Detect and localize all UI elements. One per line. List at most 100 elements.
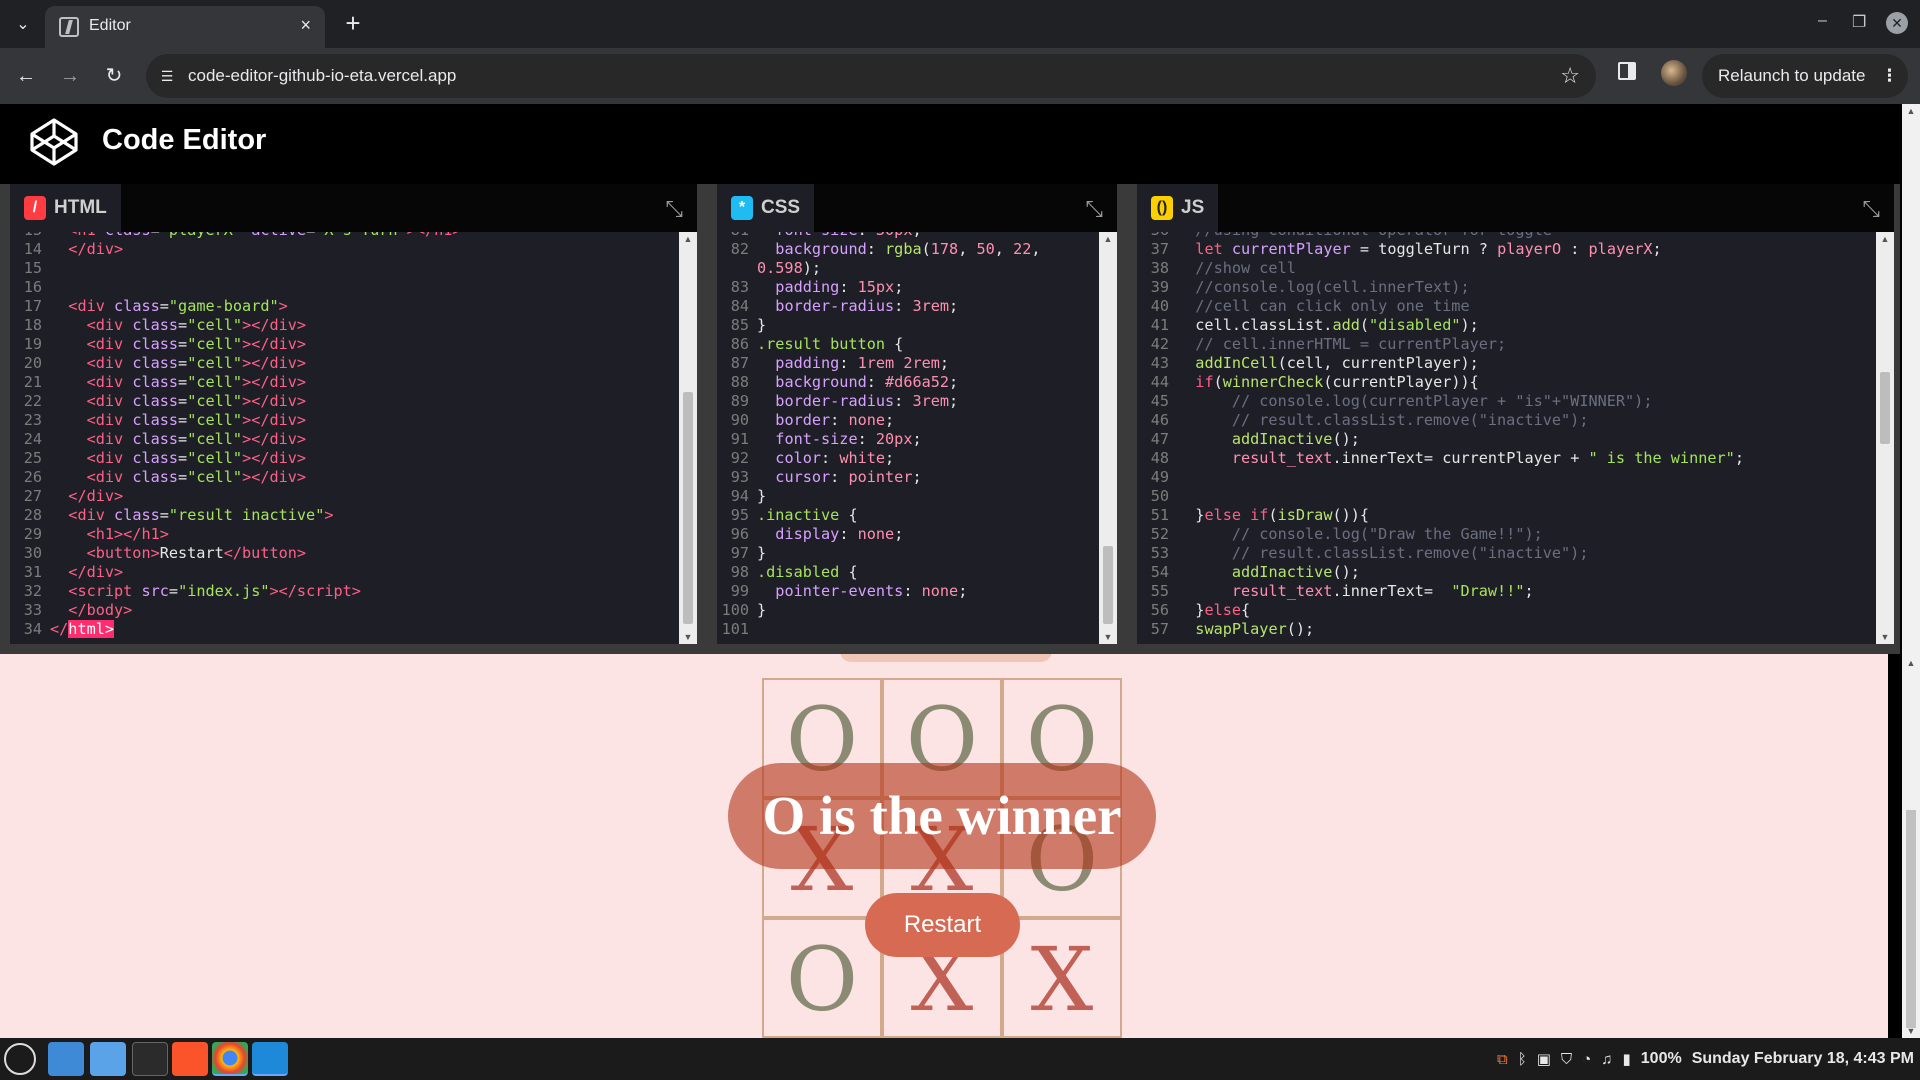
terminal-icon[interactable] bbox=[132, 1042, 168, 1076]
tab-close-icon[interactable]: × bbox=[300, 15, 311, 36]
code-line[interactable]: 34 </html> bbox=[10, 620, 679, 639]
browser-tab[interactable]: Editor × bbox=[45, 6, 325, 48]
board-cell[interactable]: X bbox=[1002, 918, 1122, 1038]
code-line[interactable]: 57 swapPlayer(); bbox=[1137, 620, 1876, 639]
code-line[interactable]: 93 cursor: pointer; bbox=[717, 468, 1099, 487]
update-icon[interactable]: ⧉ bbox=[1497, 1051, 1508, 1068]
code-line[interactable]: 49 bbox=[1137, 468, 1876, 487]
html-scroll-thumb[interactable] bbox=[683, 392, 693, 624]
scroll-up-icon[interactable]: ▲ bbox=[1099, 234, 1117, 244]
url-text[interactable]: code-editor-github-io-eta.vercel.app bbox=[188, 66, 456, 86]
code-line[interactable]: 100} bbox=[717, 601, 1099, 620]
brave-browser-icon[interactable] bbox=[172, 1042, 208, 1076]
code-line[interactable]: 29 <h1></h1> bbox=[10, 525, 679, 544]
css-scrollbar[interactable]: ▲ ▼ bbox=[1099, 232, 1117, 644]
browser-menu-icon[interactable]: ⋮ bbox=[1881, 54, 1898, 98]
code-line[interactable]: 54 addInactive(); bbox=[1137, 563, 1876, 582]
code-line[interactable]: 26 <div class="cell"></div> bbox=[10, 468, 679, 487]
board-cell[interactable]: O bbox=[762, 918, 882, 1038]
css-panel-tab[interactable]: * CSS bbox=[717, 184, 815, 232]
code-line[interactable]: 99 pointer-events: none; bbox=[717, 582, 1099, 601]
code-line[interactable]: 52 // console.log("Draw the Game!!"); bbox=[1137, 525, 1876, 544]
bluetooth-icon[interactable]: ᛒ bbox=[1518, 1051, 1527, 1068]
code-line[interactable]: 36 //using conditional operator for togg… bbox=[1137, 232, 1876, 240]
js-collapse-icon[interactable]: ⤡ bbox=[1862, 196, 1880, 222]
page-scroll-thumb[interactable] bbox=[1906, 810, 1916, 1028]
code-line[interactable]: 53 // result.classList.remove("inactive"… bbox=[1137, 544, 1876, 563]
battery-icon[interactable]: ▮ bbox=[1623, 1050, 1631, 1068]
reload-icon[interactable]: ↻ bbox=[98, 60, 130, 92]
css-scroll-thumb[interactable] bbox=[1103, 546, 1113, 624]
code-line[interactable]: 39 //console.log(cell.innerText); bbox=[1137, 278, 1876, 297]
code-line[interactable]: 98 .disabled { bbox=[717, 563, 1099, 582]
code-line[interactable]: 41 cell.classList.add("disabled"); bbox=[1137, 316, 1876, 335]
minimize-window-icon[interactable]: – bbox=[1818, 12, 1827, 30]
html-code-editor[interactable]: 13 <h1 class="playerX" active="X's Turn"… bbox=[10, 232, 679, 644]
date-time[interactable]: Sunday February 18, 4:43 PM bbox=[1692, 1050, 1914, 1068]
code-line[interactable]: 18 <div class="cell"></div> bbox=[10, 316, 679, 335]
html-panel-tab[interactable]: / HTML bbox=[10, 184, 121, 232]
bookmark-star-icon[interactable]: ☆ bbox=[1560, 63, 1580, 89]
code-line[interactable]: 51 }else if(isDraw()){ bbox=[1137, 506, 1876, 525]
code-line[interactable]: 82 background: rgba(178, 50, 22, bbox=[717, 240, 1099, 259]
code-line[interactable]: 48 result_text.innerText= currentPlayer … bbox=[1137, 449, 1876, 468]
code-line[interactable]: 83 padding: 15px; bbox=[717, 278, 1099, 297]
scroll-up-icon[interactable]: ▲ bbox=[679, 234, 697, 244]
code-line[interactable]: 28 <div class="result inactive"> bbox=[10, 506, 679, 525]
code-line[interactable]: 101 bbox=[717, 620, 1099, 639]
js-scroll-thumb[interactable] bbox=[1880, 372, 1890, 444]
code-line[interactable]: 0.598); bbox=[717, 259, 1099, 278]
code-line[interactable]: 91 font-size: 20px; bbox=[717, 430, 1099, 449]
back-arrow-icon[interactable]: ← bbox=[10, 60, 42, 92]
code-line[interactable]: 32 <script src="index.js"></script> bbox=[10, 582, 679, 601]
code-line[interactable]: 87 padding: 1rem 2rem; bbox=[717, 354, 1099, 373]
music-icon[interactable]: ♫ bbox=[1601, 1051, 1612, 1068]
html-collapse-icon[interactable]: ⤡ bbox=[665, 196, 683, 222]
code-line[interactable]: 25 <div class="cell"></div> bbox=[10, 449, 679, 468]
code-line[interactable]: 17 <div class="game-board"> bbox=[10, 297, 679, 316]
code-line[interactable]: 42 // cell.innerHTML = currentPlayer; bbox=[1137, 335, 1876, 354]
code-line[interactable]: 45 // console.log(currentPlayer + "is"+"… bbox=[1137, 392, 1876, 411]
scroll-down-icon[interactable]: ▼ bbox=[1902, 1026, 1920, 1036]
side-panel-icon[interactable] bbox=[1618, 62, 1636, 80]
scroll-up-icon[interactable]: ▲ bbox=[1902, 106, 1920, 116]
code-line[interactable]: 56 }else{ bbox=[1137, 601, 1876, 620]
scroll-up-icon[interactable]: ▲ bbox=[1876, 234, 1894, 244]
profile-avatar[interactable] bbox=[1661, 60, 1687, 86]
scroll-up-icon[interactable]: ▲ bbox=[1902, 658, 1920, 668]
tab-search-chevron-icon[interactable]: ⌄ bbox=[8, 10, 38, 40]
new-tab-button[interactable]: + bbox=[338, 8, 368, 38]
code-line[interactable]: 46 // result.classList.remove("inactive"… bbox=[1137, 411, 1876, 430]
code-line[interactable]: 31 </div> bbox=[10, 563, 679, 582]
code-line[interactable]: 89 border-radius: 3rem; bbox=[717, 392, 1099, 411]
code-line[interactable]: 84 border-radius: 3rem; bbox=[717, 297, 1099, 316]
scroll-down-icon[interactable]: ▼ bbox=[1099, 632, 1117, 642]
wifi-icon[interactable]: ◔ bbox=[1582, 1051, 1591, 1068]
code-line[interactable]: 50 bbox=[1137, 487, 1876, 506]
forward-arrow-icon[interactable]: → bbox=[54, 60, 86, 92]
code-line[interactable]: 38 //show cell bbox=[1137, 259, 1876, 278]
address-bar[interactable]: ☰ code-editor-github-io-eta.vercel.app ☆ bbox=[146, 54, 1596, 98]
code-line[interactable]: 21 <div class="cell"></div> bbox=[10, 373, 679, 392]
code-line[interactable]: 37 let currentPlayer = toggleTurn ? play… bbox=[1137, 240, 1876, 259]
js-code-editor[interactable]: 36 //using conditional operator for togg… bbox=[1137, 232, 1876, 644]
restart-button[interactable]: Restart bbox=[865, 893, 1020, 957]
restore-window-icon[interactable]: ❐ bbox=[1852, 12, 1866, 32]
code-line[interactable]: 94} bbox=[717, 487, 1099, 506]
site-info-icon[interactable]: ☰ bbox=[156, 65, 178, 87]
chrome-icon[interactable] bbox=[212, 1042, 248, 1076]
show-desktop-icon[interactable] bbox=[48, 1042, 84, 1076]
shield-icon[interactable]: ⛉ bbox=[1561, 1051, 1572, 1068]
code-line[interactable]: 40 //cell can click only one time bbox=[1137, 297, 1876, 316]
js-panel-tab[interactable]: () JS bbox=[1137, 184, 1219, 232]
code-line[interactable]: 90 border: none; bbox=[717, 411, 1099, 430]
code-line[interactable]: 44 if(winnerCheck(currentPlayer)){ bbox=[1137, 373, 1876, 392]
code-line[interactable]: 81 font-size: 30px; bbox=[717, 232, 1099, 240]
code-line[interactable]: 27 </div> bbox=[10, 487, 679, 506]
close-window-icon[interactable]: ✕ bbox=[1886, 12, 1908, 34]
code-line[interactable]: 20 <div class="cell"></div> bbox=[10, 354, 679, 373]
code-line[interactable]: 19 <div class="cell"></div> bbox=[10, 335, 679, 354]
code-line[interactable]: 95 .inactive { bbox=[717, 506, 1099, 525]
code-line[interactable]: 23 <div class="cell"></div> bbox=[10, 411, 679, 430]
code-line[interactable]: 24 <div class="cell"></div> bbox=[10, 430, 679, 449]
